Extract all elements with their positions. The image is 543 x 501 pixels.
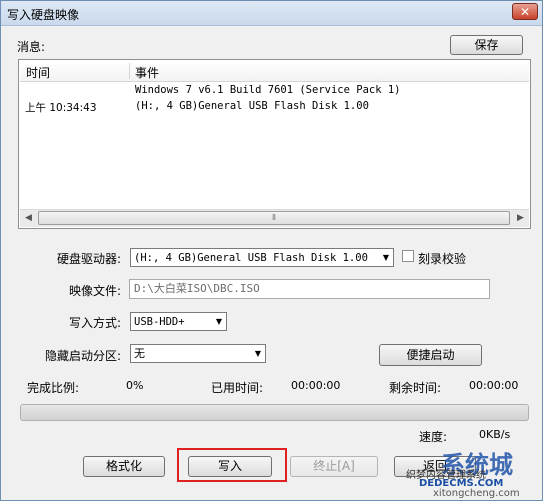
quick-boot-button[interactable]: 便捷启动 — [379, 344, 482, 366]
format-button[interactable]: 格式化 — [83, 456, 165, 477]
list-item-event: (H:, 4 GB)General USB Flash Disk 1.00 — [135, 100, 369, 112]
hidden-partition-label: 隐藏启动分区: — [45, 349, 122, 363]
chevron-down-icon: ▼ — [254, 349, 262, 358]
column-header-event[interactable]: 事件 — [135, 64, 159, 81]
elapsed-time-label: 已用时间: — [211, 381, 264, 395]
verify-label: 刻录校验 — [418, 252, 467, 266]
horizontal-scrollbar[interactable]: ◀ ⦀ ▶ — [20, 209, 529, 227]
hidden-partition-select[interactable]: 无 ▼ — [130, 344, 266, 363]
list-header: 时间 事件 — [20, 61, 529, 82]
image-file-label: 映像文件: — [69, 284, 122, 298]
drive-select[interactable]: (H:, 4 GB)General USB Flash Disk 1.00 ▼ — [130, 248, 394, 267]
progress-bar — [20, 404, 529, 421]
write-disk-image-window: 写入硬盘映像 ✕ 消息: 保存 时间 事件 Windows 7 v6.1 Bui… — [0, 0, 543, 501]
column-separator[interactable] — [129, 63, 130, 79]
write-method-label: 写入方式: — [69, 316, 122, 330]
speed-label: 速度: — [419, 430, 448, 444]
stop-button[interactable]: 终止[A] — [290, 456, 378, 477]
title-bar[interactable]: 写入硬盘映像 ✕ — [1, 1, 542, 26]
drive-select-value: (H:, 4 GB)General USB Flash Disk 1.00 — [134, 252, 368, 264]
chevron-down-icon: ▼ — [382, 253, 390, 262]
complete-ratio-value: 0% — [126, 379, 144, 392]
watermark-line3: xitongcheng.com — [433, 488, 520, 499]
save-button[interactable]: 保存 — [450, 35, 523, 55]
drive-label: 硬盘驱动器: — [57, 252, 122, 266]
remaining-time-label: 剩余时间: — [389, 381, 442, 395]
image-file-field[interactable]: D:\大白菜ISO\DBC.ISO — [129, 279, 490, 299]
scroll-right-icon[interactable]: ▶ — [512, 210, 529, 227]
remaining-time-value: 00:00:00 — [469, 379, 519, 392]
window-title: 写入硬盘映像 — [7, 8, 80, 22]
close-button[interactable]: ✕ — [512, 3, 538, 20]
write-button-highlight — [177, 448, 287, 482]
column-header-time[interactable]: 时间 — [26, 64, 50, 81]
list-item-time: 上午 10:34:43 — [25, 102, 97, 114]
write-method-value: USB-HDD+ — [134, 316, 185, 328]
scroll-left-icon[interactable]: ◀ — [20, 210, 37, 227]
elapsed-time-value: 00:00:00 — [291, 379, 341, 392]
write-method-select[interactable]: USB-HDD+ ▼ — [130, 312, 227, 331]
complete-ratio-label: 完成比例: — [27, 381, 80, 395]
speed-value: 0KB/s — [479, 428, 511, 441]
hidden-partition-value: 无 — [134, 347, 145, 360]
messages-label: 消息: — [17, 40, 46, 54]
message-list[interactable]: 时间 事件 Windows 7 v6.1 Build 7601 (Service… — [18, 59, 531, 229]
chevron-down-icon: ▼ — [215, 317, 223, 326]
scroll-thumb[interactable]: ⦀ — [38, 211, 510, 225]
list-item-event: Windows 7 v6.1 Build 7601 (Service Pack … — [135, 84, 401, 96]
verify-checkbox[interactable] — [402, 250, 414, 262]
